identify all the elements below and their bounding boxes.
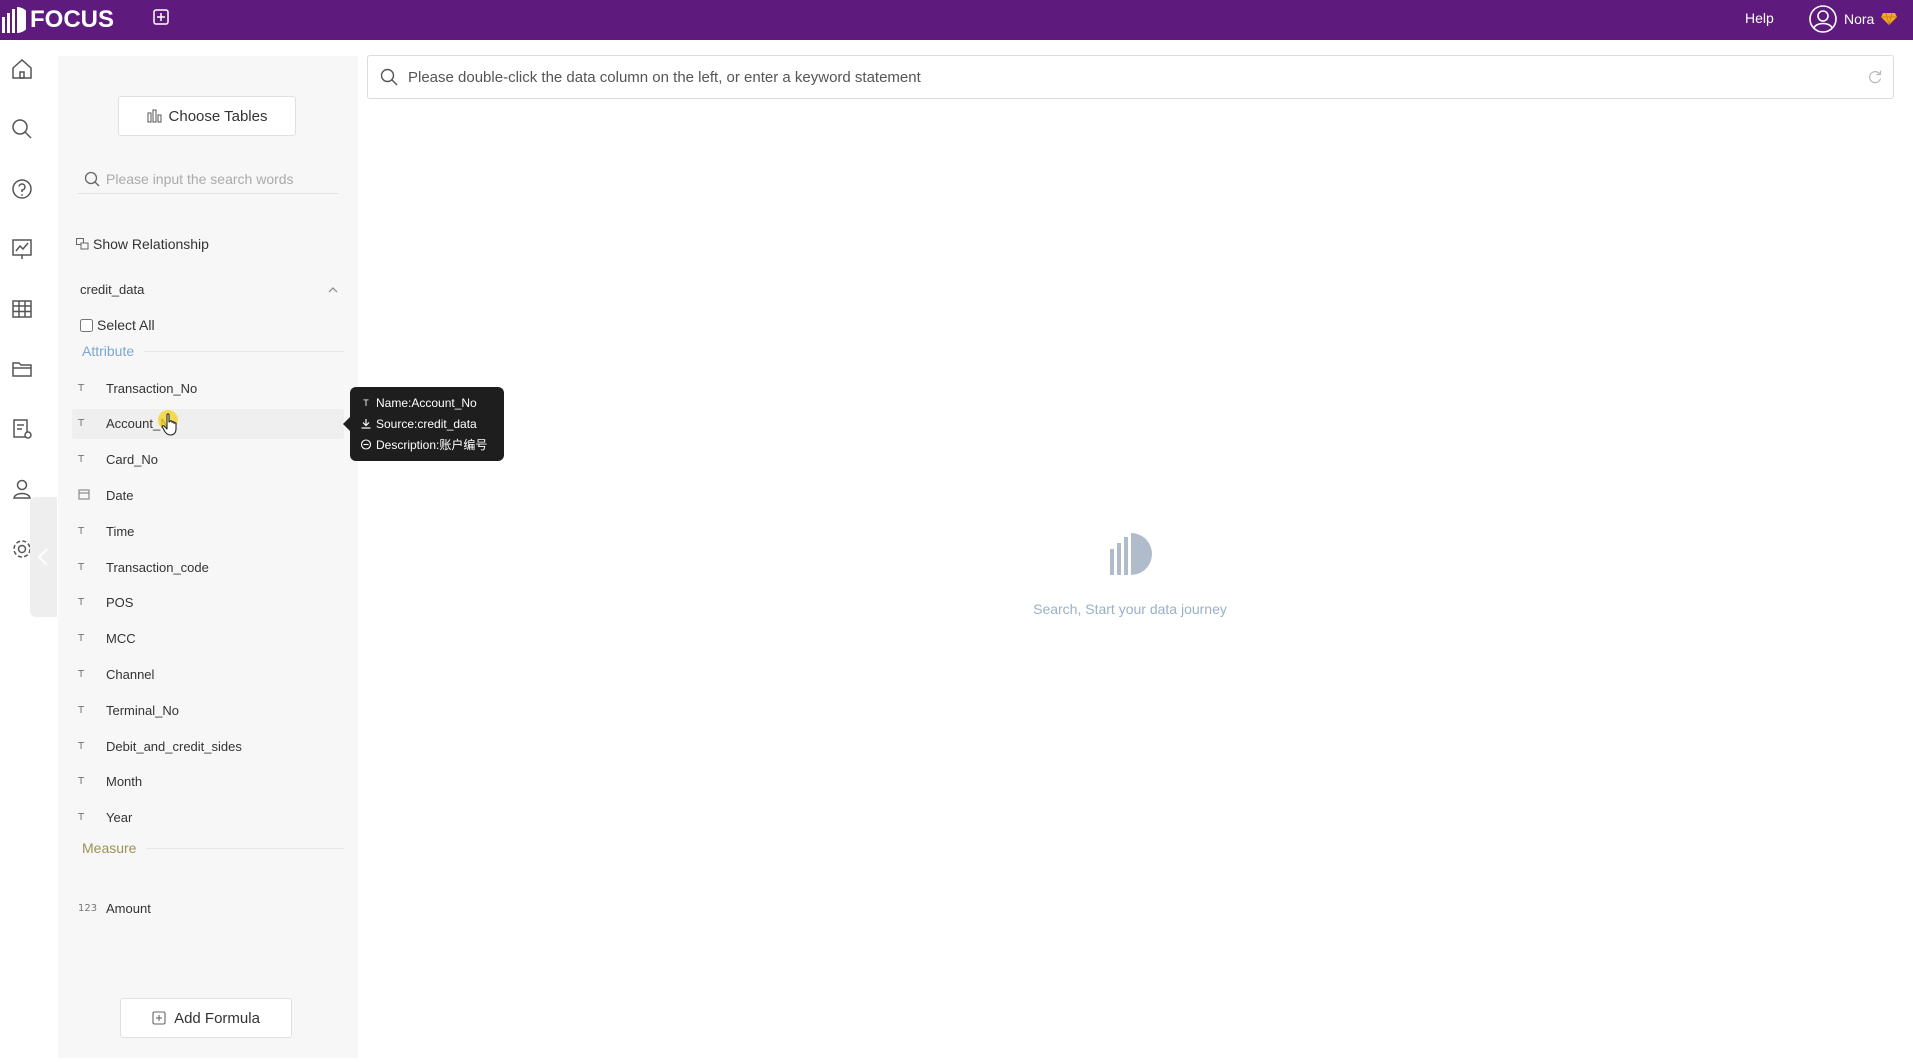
field-item[interactable]: 123 Amount <box>72 893 344 923</box>
field-info-tooltip: T Name:Account_No Source:credit_data Des… <box>343 387 504 461</box>
collapse-panel-button[interactable] <box>30 497 57 617</box>
field-name: Debit_and_credit_sides <box>106 738 242 754</box>
data-panel: Choose Tables Show Relationship credit_d… <box>58 56 358 1058</box>
user-name: Nora <box>1844 11 1875 27</box>
text-type-icon: T <box>78 740 85 752</box>
field-item[interactable]: T Transaction_No <box>72 373 344 403</box>
calendar-icon <box>72 488 106 503</box>
plus-square-icon <box>153 9 169 25</box>
diamond-badge-icon <box>1881 12 1898 26</box>
field-name: Channel <box>106 666 155 682</box>
field-name: Transaction_code <box>106 559 209 575</box>
field-name: Card_No <box>106 452 159 468</box>
app-logo[interactable]: FOCUS <box>2 6 114 34</box>
attribute-section-label: Attribute <box>82 343 344 359</box>
search-icon <box>380 68 398 86</box>
select-all[interactable]: Select All <box>80 317 155 333</box>
field-name: Transaction_No <box>106 380 198 396</box>
search-icon[interactable] <box>10 117 34 141</box>
select-all-label: Select All <box>97 317 155 333</box>
text-type-icon: T <box>78 704 85 716</box>
field-search <box>78 164 338 194</box>
focus-logo-icon <box>1110 533 1152 575</box>
task-settings-icon[interactable] <box>10 417 34 441</box>
text-type-icon: T <box>78 382 85 394</box>
choose-tables-button[interactable]: Choose Tables <box>118 96 296 136</box>
text-type-icon: T <box>78 454 85 466</box>
question-icon[interactable] <box>10 177 34 201</box>
table-group-header[interactable]: credit_data <box>80 282 338 297</box>
tooltip-description-row: Description:账户编号 <box>360 434 504 455</box>
field-item[interactable]: Date <box>72 480 344 510</box>
folder-icon[interactable] <box>10 357 34 381</box>
table-name: credit_data <box>80 282 145 297</box>
hand-cursor-icon <box>158 410 178 436</box>
field-item[interactable]: T MCC <box>72 624 344 654</box>
field-name: Time <box>106 523 135 539</box>
choose-tables-label: Choose Tables <box>168 107 268 125</box>
show-relationship-label: Show Relationship <box>93 236 209 252</box>
text-type-icon: T <box>78 776 85 788</box>
measure-section-label: Measure <box>82 840 344 856</box>
text-type-icon: T <box>363 397 369 408</box>
main-search-bar <box>367 55 1894 99</box>
tooltip-source-row: Source:credit_data <box>360 413 504 434</box>
user-icon[interactable] <box>10 477 34 501</box>
empty-state-text: Search, Start your data journey <box>1033 601 1227 617</box>
field-name: Amount <box>106 900 151 916</box>
user-avatar-icon <box>1809 5 1837 33</box>
chevron-up-icon[interactable] <box>328 286 338 293</box>
field-item[interactable]: T Channel <box>72 659 344 689</box>
dashboard-icon[interactable] <box>10 237 34 261</box>
add-formula-button[interactable]: Add Formula <box>120 998 292 1038</box>
field-search-input[interactable] <box>106 170 326 187</box>
text-type-icon: T <box>78 668 85 680</box>
new-tab-button[interactable] <box>152 8 172 28</box>
field-name: Year <box>106 810 133 826</box>
search-icon <box>84 171 100 186</box>
field-item[interactable]: T Year <box>72 803 344 833</box>
refresh-icon[interactable] <box>1867 69 1883 85</box>
user-menu[interactable]: Nora <box>1808 3 1898 35</box>
focus-logo-icon <box>2 7 26 33</box>
field-name: Date <box>106 487 134 503</box>
text-type-icon: T <box>78 812 85 824</box>
table-chart-icon <box>147 109 162 123</box>
table-icon[interactable] <box>10 297 34 321</box>
app-name: FOCUS <box>30 6 114 33</box>
relationship-icon <box>76 238 89 250</box>
field-name: Terminal_No <box>106 702 179 718</box>
field-item[interactable]: T POS <box>72 588 344 618</box>
comment-icon <box>360 439 372 450</box>
text-type-icon: T <box>78 597 85 609</box>
field-item[interactable]: T Time <box>72 516 344 546</box>
field-name: MCC <box>106 631 136 647</box>
tooltip-name-row: T Name:Account_No <box>360 392 504 413</box>
main-search-input[interactable] <box>408 68 1808 86</box>
number-type-icon: 123 <box>78 902 98 914</box>
field-item[interactable]: T Month <box>72 767 344 797</box>
text-type-icon: T <box>78 633 85 645</box>
field-name: POS <box>106 595 134 611</box>
home-icon[interactable] <box>10 57 34 81</box>
field-item[interactable]: T Card_No <box>72 445 344 475</box>
plus-square-icon <box>152 1011 166 1025</box>
field-item[interactable]: T Terminal_No <box>72 695 344 725</box>
text-type-icon: T <box>78 418 85 430</box>
add-formula-label: Add Formula <box>174 1009 260 1027</box>
field-item[interactable]: T Account_No <box>72 408 344 439</box>
show-relationship-link[interactable]: Show Relationship <box>76 236 209 252</box>
field-item[interactable]: T Debit_and_credit_sides <box>72 731 344 761</box>
help-link[interactable]: Help <box>1745 10 1774 26</box>
chevron-left-icon <box>37 548 48 566</box>
field-item[interactable]: T Transaction_code <box>72 552 344 582</box>
text-type-icon: T <box>78 525 85 537</box>
field-name: Month <box>106 774 143 790</box>
top-bar: FOCUS Help Nora <box>0 0 1913 40</box>
download-icon <box>361 419 371 429</box>
text-type-icon: T <box>78 561 85 573</box>
select-all-checkbox[interactable] <box>80 318 93 332</box>
